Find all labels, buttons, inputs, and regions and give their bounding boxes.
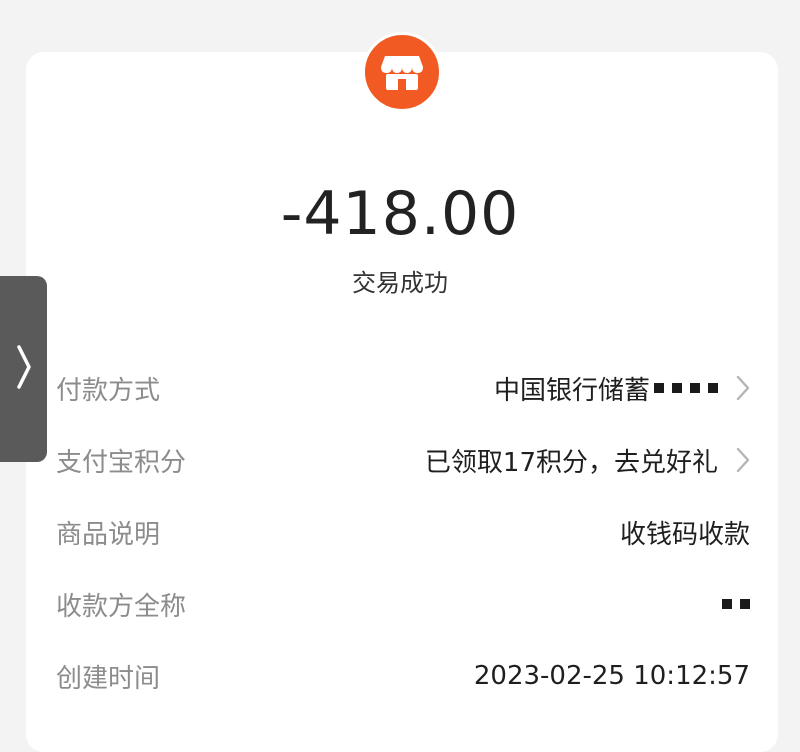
product-desc-value: 收钱码收款: [619, 519, 750, 550]
product-desc-row: 商品说明 收钱码收款: [56, 512, 750, 552]
chevron-right-icon: [736, 446, 754, 474]
payment-method-row[interactable]: 付款方式 中国银行储蓄: [56, 368, 750, 408]
chevron-right-icon: [14, 343, 34, 395]
chevron-right-icon: [736, 374, 754, 402]
points-row[interactable]: 支付宝积分 已领取17积分，去兑好礼: [56, 440, 750, 480]
payee-row: 收款方全称: [56, 584, 750, 624]
redacted-payee-name: [722, 599, 750, 609]
product-desc-label: 商品说明: [56, 519, 161, 550]
points-value-group: 已领取17积分，去兑好礼: [425, 442, 750, 479]
side-expand-handle[interactable]: [0, 276, 47, 462]
created-time-label: 创建时间: [56, 663, 161, 694]
transaction-status: 交易成功: [352, 269, 448, 297]
storefront-icon: [362, 32, 442, 112]
transaction-amount: -418.00: [280, 179, 520, 249]
created-time-row: 创建时间 2023-02-25 10:12:57: [56, 656, 750, 696]
points-label: 支付宝积分: [56, 447, 187, 478]
payment-method-value: 中国银行储蓄: [493, 375, 650, 406]
payment-method-label: 付款方式: [56, 375, 161, 406]
payment-method-value-group: 中国银行储蓄: [494, 370, 750, 407]
redacted-card-number: [654, 383, 718, 393]
payee-label: 收款方全称: [56, 591, 187, 622]
points-value: 已领取17积分，去兑好礼: [424, 447, 718, 478]
created-time-value: 2023-02-25 10:12:57: [473, 661, 750, 691]
